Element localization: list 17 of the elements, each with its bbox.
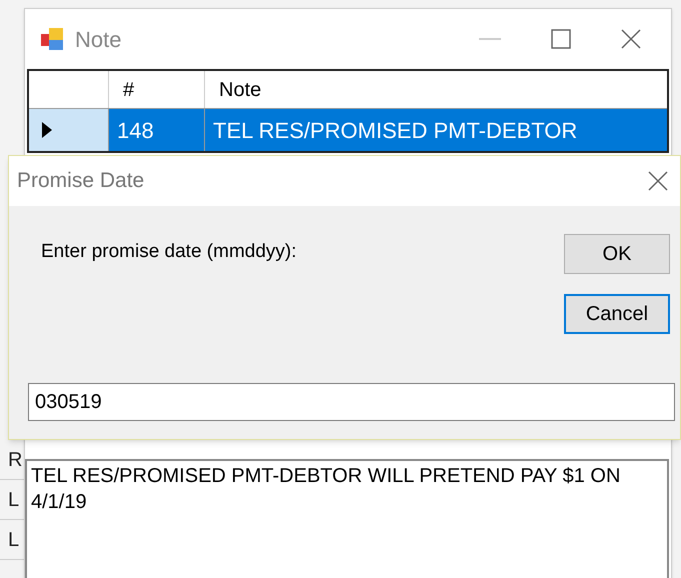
prompt-label: Enter promise date (mmddyy): (41, 240, 297, 264)
grid-row[interactable]: 148 TEL RES/PROMISED PMT-DEBTOR (29, 109, 667, 151)
close-icon[interactable] (648, 171, 668, 191)
row-pointer-icon (41, 121, 53, 139)
dialog-title: Promise Date (17, 168, 144, 194)
date-input-field[interactable]: 030519 (28, 383, 675, 421)
dialog-button[interactable]: OK (564, 234, 670, 274)
app-icon (39, 26, 65, 52)
close-icon[interactable] (621, 29, 641, 49)
maximize-icon[interactable] (551, 29, 571, 49)
dialog-button[interactable]: Cancel (564, 294, 670, 334)
column-header[interactable]: # (109, 71, 205, 108)
note-text-box[interactable]: TEL RES/PROMISED PMT-DEBTOR WILL PRETEND PAY $1 ON 4/1/19 (25, 459, 669, 578)
table-cell: 148 (109, 109, 205, 151)
column-header[interactable]: Note (205, 71, 667, 108)
window-title: Note (75, 26, 122, 54)
table-cell-text: TEL RES/PROMISED PMT-DEBTOR (212, 116, 578, 144)
